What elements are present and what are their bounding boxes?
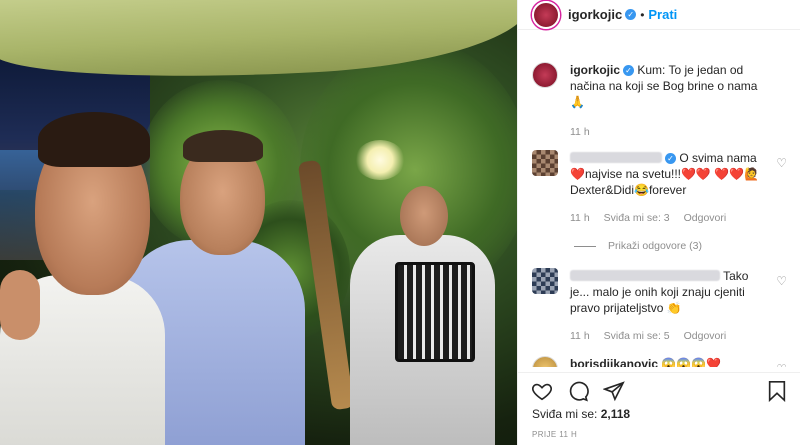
view-replies-label[interactable]: Prikaži odgovore (3) (608, 240, 702, 252)
username-link[interactable]: igorkojic (568, 7, 622, 22)
hair (38, 112, 150, 167)
post-header: igorkojic ✓ • Prati (518, 0, 800, 30)
verified-icon: ✓ (625, 9, 637, 20)
avatar[interactable] (532, 356, 558, 367)
blurred-username[interactable] (570, 152, 662, 163)
like-comment-heart-icon[interactable]: ♡ (776, 274, 787, 288)
avatar[interactable] (532, 0, 560, 29)
verified-icon: ✓ (623, 65, 635, 76)
arm (0, 270, 40, 340)
share-icon[interactable] (602, 379, 626, 403)
separator-dot: • (640, 7, 645, 22)
divider (574, 245, 596, 247)
comment-icon[interactable] (566, 379, 590, 403)
comment: borisdjikanovic 😱😱😱❤️ ♡ (518, 356, 800, 367)
bookmark-icon[interactable] (765, 379, 789, 403)
post-photo[interactable] (0, 0, 517, 445)
blurred-username[interactable] (570, 270, 720, 281)
accordion (395, 262, 475, 362)
caption-time[interactable]: 11 h (570, 124, 590, 140)
hair (183, 130, 263, 162)
comment-username[interactable]: borisdjikanovic (570, 357, 658, 367)
lamp-light (355, 140, 405, 180)
comment-time[interactable]: 11 h (570, 328, 590, 344)
avatar[interactable] (532, 62, 558, 88)
heart-icon[interactable] (530, 379, 554, 403)
likes-number[interactable]: 2,118 (601, 407, 630, 421)
comment-likes[interactable]: Sviđa mi se: 5 (604, 328, 670, 344)
reply-button[interactable]: Odgovori (684, 210, 727, 226)
like-comment-heart-icon[interactable]: ♡ (776, 156, 787, 170)
blurred-avatar[interactable] (532, 150, 558, 176)
comment-text: 😱😱😱❤️ (661, 357, 722, 367)
verified-icon: ✓ (665, 153, 676, 164)
like-comment-heart-icon[interactable]: ♡ (776, 362, 787, 367)
view-replies[interactable]: Prikaži odgovore (3) (574, 240, 800, 252)
comments-list[interactable]: igorkojic ✓ Kum: To je jedan od načina na… (518, 52, 800, 367)
follow-button[interactable]: Prati (648, 7, 677, 22)
caption-username[interactable]: igorkojic (570, 63, 620, 77)
musician-head (400, 186, 448, 246)
likes-label: Sviđa mi se: (532, 407, 598, 421)
caption: igorkojic ✓ Kum: To je jedan od načina na… (518, 62, 800, 140)
post-time[interactable]: PRIJE 11 H (532, 430, 577, 439)
reply-button[interactable]: Odgovori (684, 328, 727, 344)
action-bar (518, 372, 800, 408)
comment: Tako je... malo je onih koji znaju cjeni… (518, 268, 800, 344)
comment-likes[interactable]: Sviđa mi se: 3 (604, 210, 670, 226)
likes-count[interactable]: Sviđa mi se: 2,118 (532, 407, 630, 421)
post-side-panel: igorkojic ✓ • Prati igorkojic ✓ Kum: To j… (517, 0, 800, 445)
comment: ✓ O svima nama❤️najvise na svetu!!!❤️❤️ … (518, 150, 800, 226)
blurred-avatar[interactable] (532, 268, 558, 294)
comment-time[interactable]: 11 h (570, 210, 590, 226)
